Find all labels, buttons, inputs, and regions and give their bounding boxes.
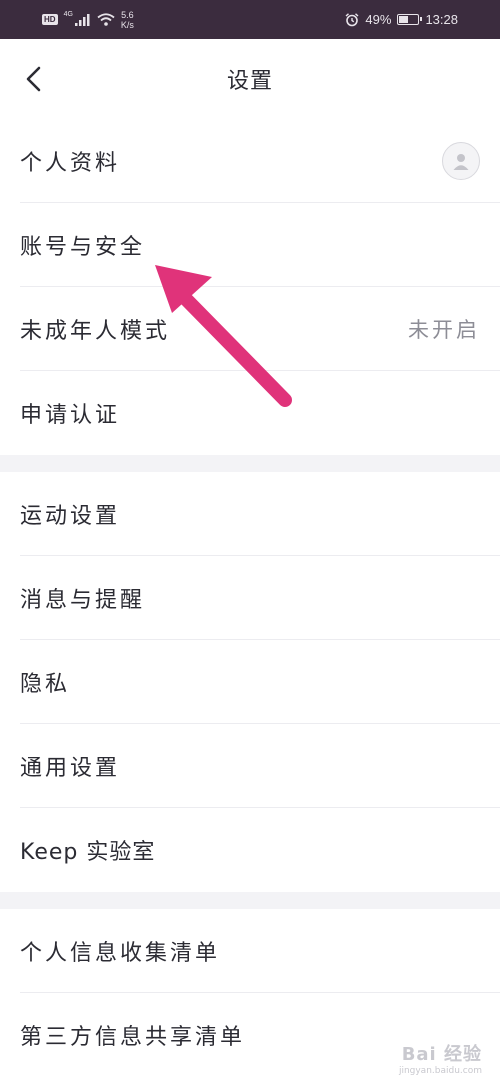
watermark-brand: Bai 经验 [401, 1044, 482, 1065]
back-arrow-icon[interactable] [20, 65, 48, 93]
settings-item-label: 第三方信息共享清单 [20, 1025, 246, 1050]
settings-section-account: 个人资料 账号与安全 未成年人模式 未开启 申请认证 [0, 119, 500, 455]
settings-item-label: Keep 实验室 [20, 840, 156, 865]
minor-mode-status: 未开启 [408, 317, 480, 342]
settings-item-verification[interactable]: 申请认证 [20, 371, 500, 455]
section-divider [0, 455, 500, 472]
settings-item-label: 个人资料 [20, 150, 121, 176]
settings-item-minor-mode[interactable]: 未成年人模式 未开启 [20, 287, 500, 371]
status-right: 49% 13:28 [345, 12, 458, 27]
section-divider [0, 892, 500, 909]
watermark: Bai 经验 jingyan.baidu.com [399, 1040, 482, 1076]
user-icon [453, 153, 469, 170]
avatar [442, 141, 480, 180]
settings-item-notifications[interactable]: 消息与提醒 [20, 556, 500, 640]
battery-icon [397, 14, 423, 25]
alarm-icon [345, 12, 359, 26]
battery-level [399, 16, 408, 23]
network-type: 4G [63, 11, 73, 18]
settings-item-general[interactable]: 通用设置 [20, 724, 500, 808]
status-left: HD 4G 5.6 K/s [42, 10, 134, 30]
settings-item-label: 个人信息收集清单 [20, 940, 221, 966]
watermark-url: jingyan.baidu.com [398, 1066, 482, 1076]
status-time: 13:28 [425, 12, 458, 27]
wifi-icon [97, 13, 115, 26]
network-speed: 5.6 K/s [121, 10, 134, 30]
settings-item-label: 账号与安全 [20, 234, 146, 260]
signal-icon [74, 13, 90, 26]
settings-item-account-security[interactable]: 账号与安全 [20, 203, 500, 287]
settings-item-label: 通用设置 [20, 755, 121, 781]
speed-value: 5.6 [121, 9, 134, 20]
header: 设置 [0, 39, 500, 119]
page-title: 设置 [226, 69, 273, 94]
hd-badge: HD [42, 14, 58, 25]
settings-item-label: 未成年人模式 [20, 318, 171, 344]
settings-item-label: 隐私 [20, 671, 71, 697]
settings-item-label: 消息与提醒 [20, 587, 146, 613]
settings-item-lab[interactable]: Keep 实验室 [20, 808, 500, 892]
settings-item-profile[interactable]: 个人资料 [20, 119, 500, 203]
status-bar: HD 4G 5.6 K/s 49% 13:28 [0, 0, 500, 39]
settings-section-general: 运动设置 消息与提醒 隐私 通用设置 Keep 实验室 [0, 472, 500, 892]
settings-item-privacy[interactable]: 隐私 [20, 640, 500, 724]
settings-item-label: 运动设置 [20, 503, 121, 529]
battery-percent: 49% [365, 12, 392, 27]
settings-item-info-collection[interactable]: 个人信息收集清单 [20, 909, 500, 993]
speed-unit: K/s [120, 19, 134, 30]
settings-item-label: 申请认证 [20, 403, 121, 428]
settings-item-sport[interactable]: 运动设置 [20, 472, 500, 556]
